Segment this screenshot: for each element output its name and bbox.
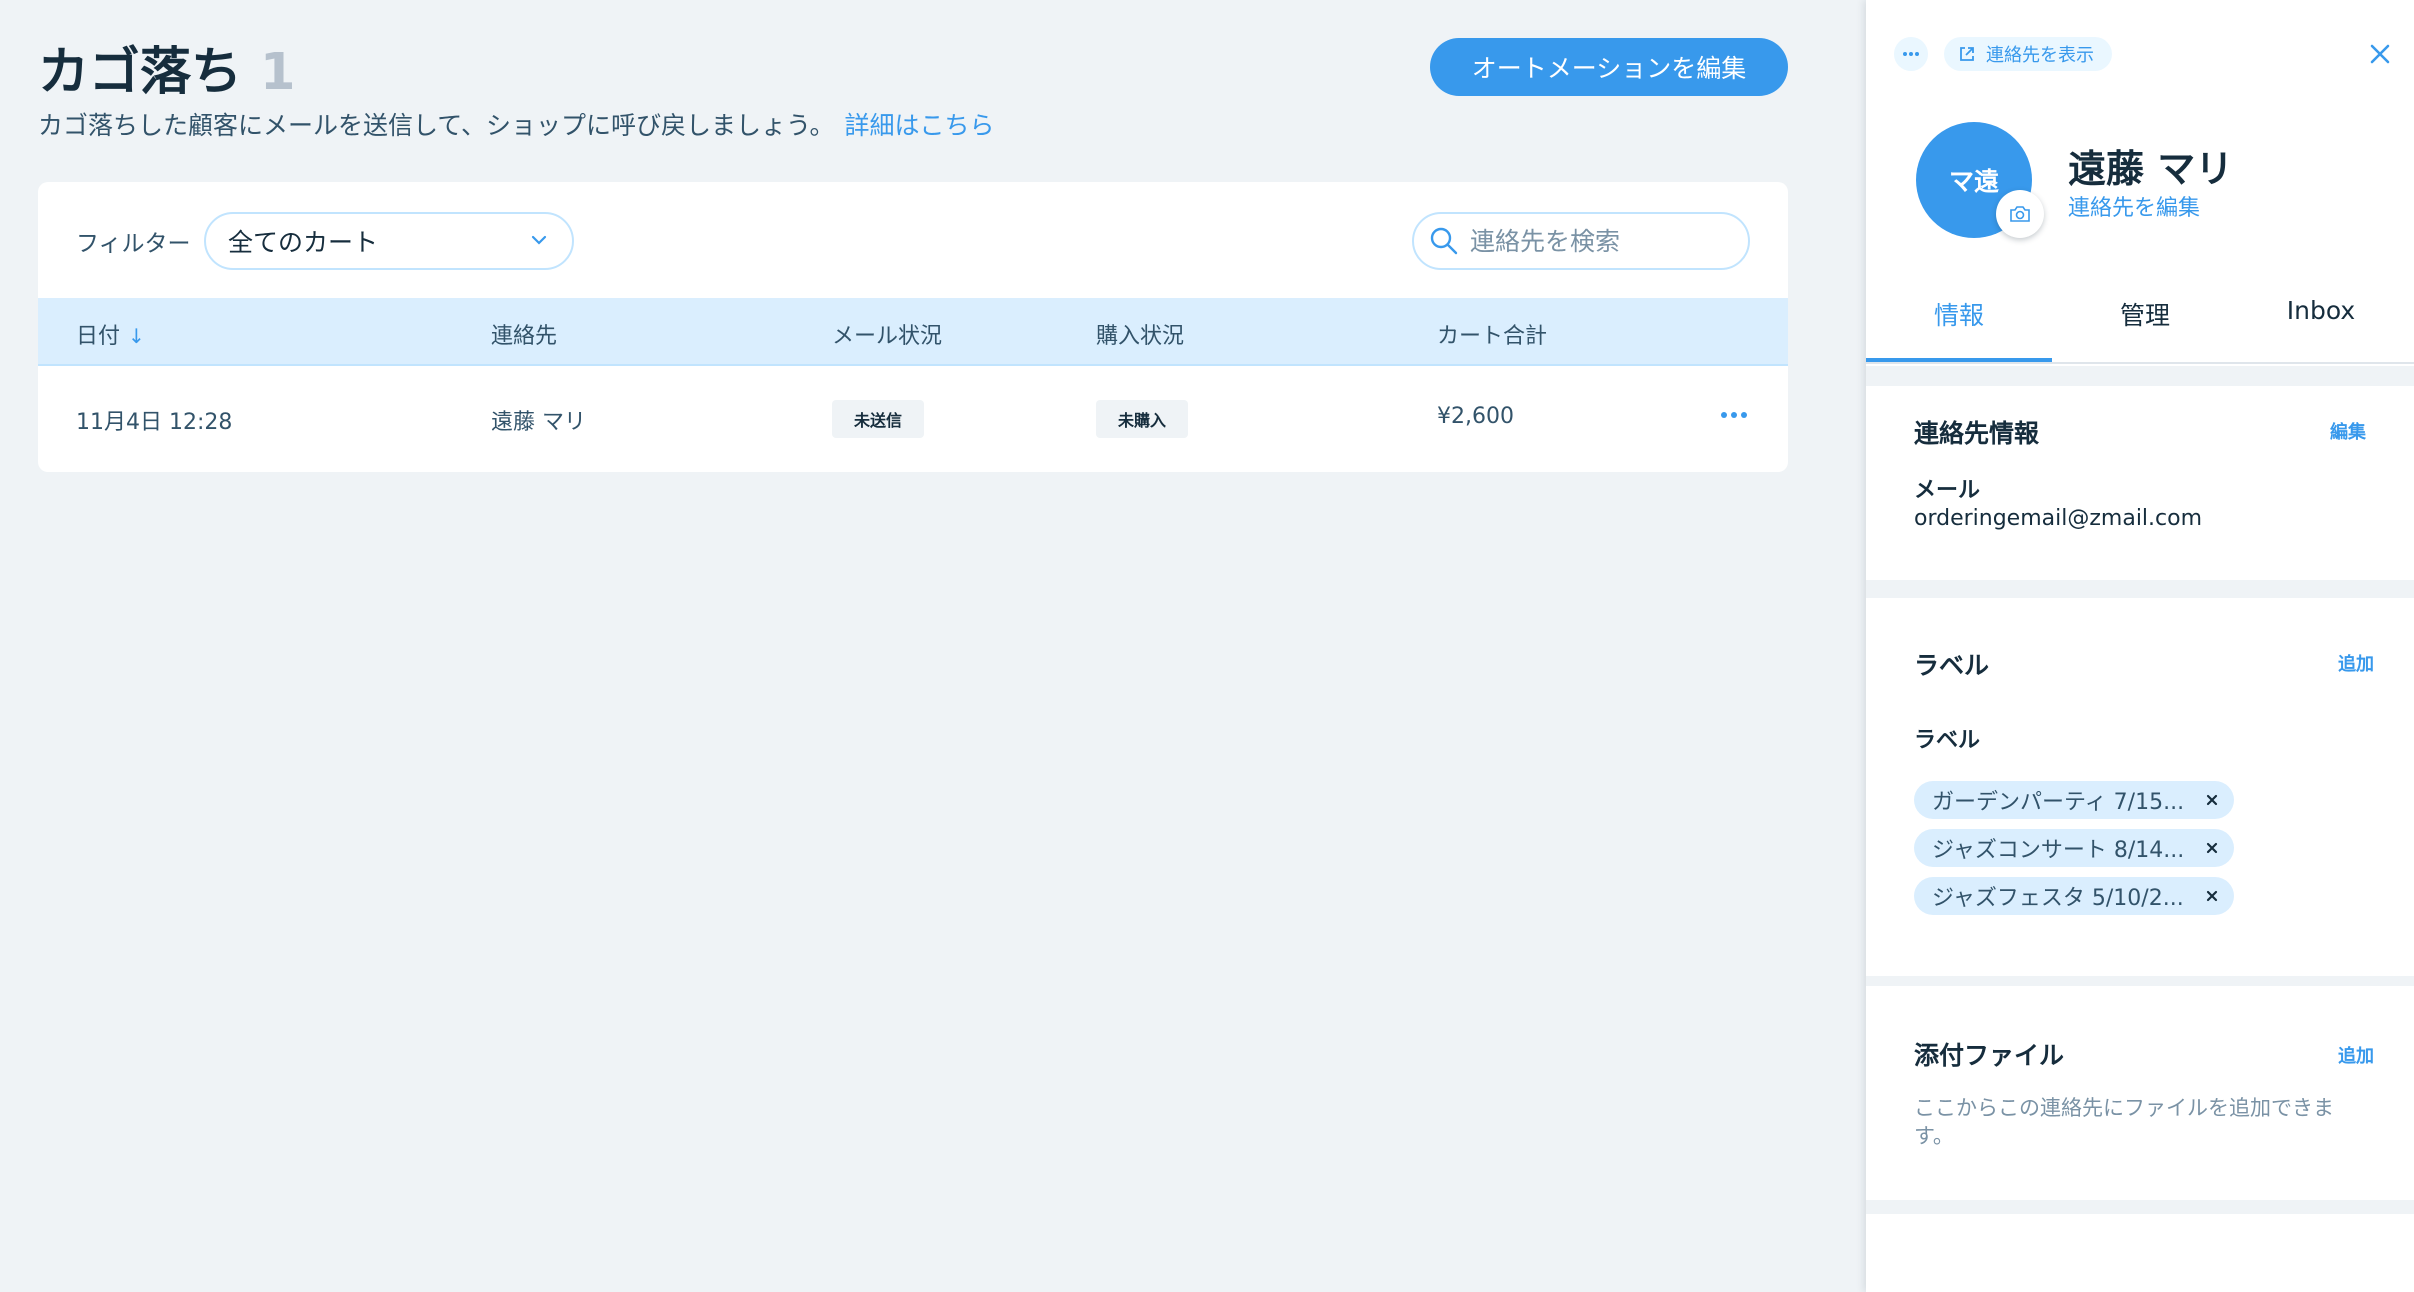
contact-search-box[interactable] xyxy=(1412,212,1750,270)
column-header-cart-total: カート合計 xyxy=(1437,324,1548,349)
section-divider xyxy=(1866,580,2414,598)
external-link-icon xyxy=(1960,47,1974,61)
column-header-email-status: メール状況 xyxy=(832,324,943,349)
attachments-section xyxy=(1866,986,2414,1200)
email-status-badge: 未送信 xyxy=(832,400,925,438)
email-value: orderingemail@zmail.com xyxy=(1914,506,2203,531)
label-chip[interactable]: ジャズコンサート 8/14... xyxy=(1914,829,2234,867)
add-label-link[interactable]: 追加 xyxy=(2338,650,2374,676)
labels-field-label: ラベル xyxy=(1914,728,1981,753)
main-content: カゴ落ち 1 カゴ落ちした顧客にメールを送信して、ショップに呼び戻しましょう。 詳細… xyxy=(0,0,1866,1292)
table-header-row: 日付 ↓ 連絡先 メール状況 購入状況 カート合計 xyxy=(38,298,1788,366)
cart-filter-dropdown[interactable]: 全てのカート xyxy=(204,212,574,270)
edit-contact-info-link[interactable]: 編集 xyxy=(2330,418,2366,444)
page-title: カゴ落ち 1 xyxy=(38,30,296,104)
subtitle-text: カゴ落ちした顧客にメールを送信して、ショップに呼び戻しましょう。 xyxy=(38,111,835,140)
learn-more-link[interactable]: 詳細はこちら xyxy=(845,111,995,140)
section-divider xyxy=(1866,1200,2414,1214)
purchase-status-badge: 未購入 xyxy=(1096,400,1189,438)
column-header-date-label: 日付 xyxy=(76,324,121,349)
panel-tabs: 情報 管理 Inbox xyxy=(1866,280,2414,364)
column-header-contact: 連絡先 xyxy=(491,324,558,349)
remove-label-icon[interactable] xyxy=(2204,840,2220,856)
email-label: メール xyxy=(1914,478,1981,503)
contact-info-title: 連絡先情報 xyxy=(1914,419,2040,448)
attachments-empty-text: ここからこの連絡先にファイルを追加できます。 xyxy=(1914,1096,2334,1148)
tab-manage[interactable]: 管理 xyxy=(2052,296,2238,362)
view-contact-button[interactable]: 連絡先を表示 xyxy=(1944,37,2112,71)
label-chip-text: ジャズコンサート 8/14... xyxy=(1932,838,2185,863)
search-icon xyxy=(1430,227,1458,255)
contact-side-panel: 連絡先を表示 マ遠 遠藤 マリ 連絡先を編集 情報 管理 Inbox 連絡先情報… xyxy=(1866,0,2414,1292)
tab-inbox[interactable]: Inbox xyxy=(2228,296,2414,362)
section-divider xyxy=(1866,366,2414,386)
search-input[interactable] xyxy=(1470,226,1730,256)
more-options-icon[interactable] xyxy=(1894,37,1928,71)
label-chip[interactable]: ジャズフェスタ 5/10/2... xyxy=(1914,877,2234,915)
table-row[interactable]: 11月4日 12:28 遠藤 マリ 未送信 未購入 ¥2,600 xyxy=(38,366,1788,472)
add-attachment-link[interactable]: 追加 xyxy=(2338,1042,2374,1068)
edit-automation-button[interactable]: オートメーションを編集 xyxy=(1430,38,1788,96)
column-header-purchase-status: 購入状況 xyxy=(1096,324,1185,349)
abandoned-carts-table-card: フィルター 全てのカート 日付 ↓ 連絡先 メール状況 購入状況 カート合計 11… xyxy=(38,182,1788,472)
page-title-text: カゴ落ち xyxy=(38,43,243,102)
cell-cart-total: ¥2,600 xyxy=(1437,404,1514,429)
change-photo-button[interactable] xyxy=(1996,190,2044,238)
remove-label-icon[interactable] xyxy=(2204,792,2220,808)
section-divider xyxy=(1866,976,2414,986)
chevron-down-icon xyxy=(531,235,547,245)
labels-title: ラベル xyxy=(1914,651,1990,680)
column-header-date[interactable]: 日付 ↓ xyxy=(76,318,145,350)
cell-contact: 遠藤 マリ xyxy=(491,410,586,435)
close-icon[interactable] xyxy=(2366,40,2394,68)
filter-selected-value: 全てのカート xyxy=(228,228,379,257)
tab-info[interactable]: 情報 xyxy=(1866,296,2052,362)
edit-contact-link[interactable]: 連絡先を編集 xyxy=(2068,190,2200,222)
remove-label-icon[interactable] xyxy=(2204,888,2220,904)
view-contact-label: 連絡先を表示 xyxy=(1986,45,2094,66)
label-chip-text: ジャズフェスタ 5/10/2... xyxy=(1932,886,2184,911)
contact-name: 遠藤 マリ xyxy=(2068,147,2234,191)
label-chip[interactable]: ガーデンパーティ 7/15... xyxy=(1914,781,2234,819)
row-more-actions-icon[interactable] xyxy=(1716,402,1752,428)
sort-down-arrow-icon: ↓ xyxy=(128,324,145,348)
label-chip-text: ガーデンパーティ 7/15... xyxy=(1932,790,2185,815)
camera-icon xyxy=(2010,206,2030,222)
cart-count: 1 xyxy=(260,43,296,102)
page-subtitle: カゴ落ちした顧客にメールを送信して、ショップに呼び戻しましょう。 詳細はこちら xyxy=(38,106,995,142)
cell-date: 11月4日 12:28 xyxy=(76,410,233,435)
filter-label: フィルター xyxy=(76,231,191,257)
attachments-title: 添付ファイル xyxy=(1914,1041,2065,1070)
